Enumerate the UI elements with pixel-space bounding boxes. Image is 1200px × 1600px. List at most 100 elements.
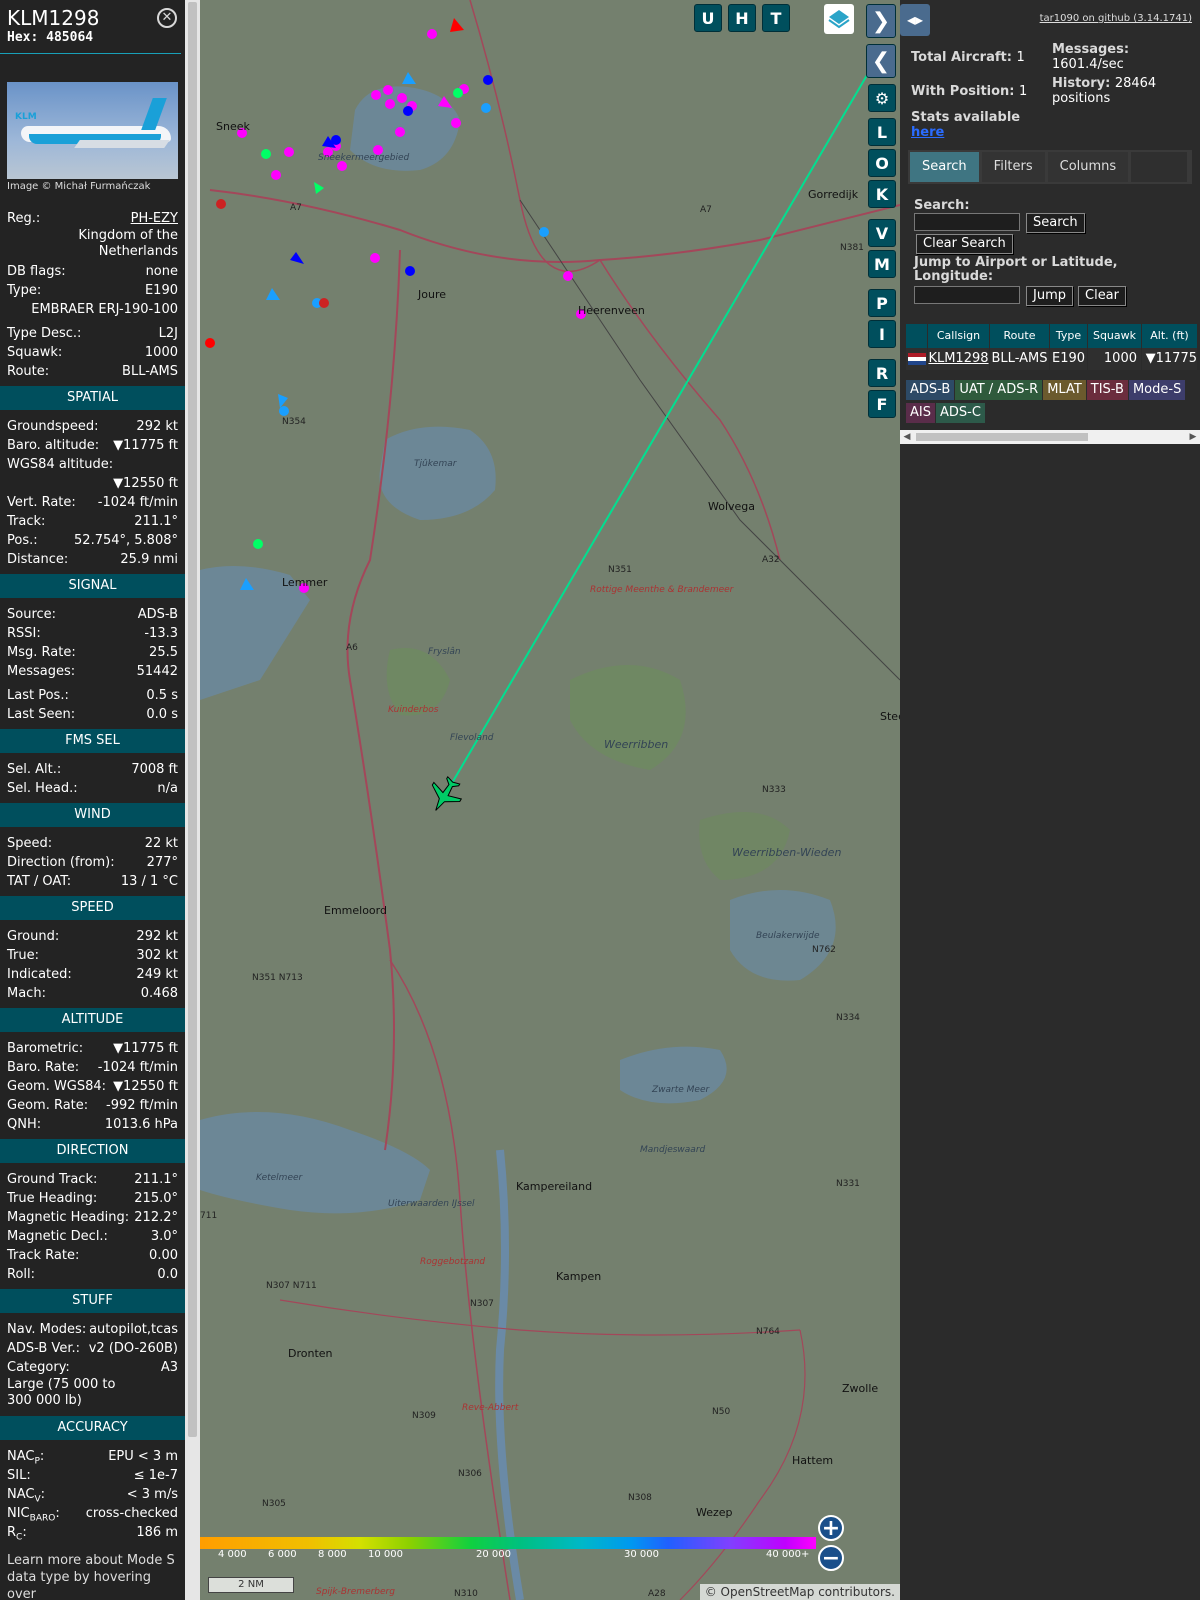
spatial-value: 292 kt bbox=[136, 419, 178, 434]
map-layer[interactable]: Sneek Joure Heerenveen Gorredijk Wolvega… bbox=[200, 0, 900, 1600]
jump-input[interactable] bbox=[914, 286, 1020, 304]
altitude-value: -992 ft/min bbox=[106, 1098, 178, 1113]
col-callsign[interactable]: Callsign bbox=[928, 324, 990, 348]
spatial-label: WGS84 altitude: bbox=[7, 457, 114, 472]
tab-columns[interactable]: Columns bbox=[1047, 152, 1129, 182]
spatial-label: Track: bbox=[7, 514, 46, 529]
wind-value: 277° bbox=[146, 855, 178, 870]
category-desc: Large (75 000 to 300 000 lb) bbox=[7, 1377, 116, 1408]
collapse-left-button[interactable]: ❮ bbox=[866, 44, 896, 78]
map-canvas[interactable]: Sneek Joure Heerenveen Gorredijk Wolvega… bbox=[200, 0, 900, 1600]
road-label: A7 bbox=[700, 205, 712, 215]
road-label: N381 bbox=[840, 243, 864, 253]
reg-label: Reg.: bbox=[7, 211, 41, 226]
info-scrollbar[interactable] bbox=[185, 0, 200, 1600]
scroll-left-icon[interactable]: ◀ bbox=[900, 430, 914, 444]
search-button[interactable]: Search bbox=[1026, 213, 1085, 233]
spatial-value: 211.1° bbox=[134, 514, 178, 529]
signal-value: 0.5 s bbox=[146, 688, 178, 703]
road-north bbox=[469, 0, 601, 273]
map-attribution[interactable]: © OpenStreetMap contributors. bbox=[699, 1584, 900, 1600]
row-callsign[interactable]: KLM1298 bbox=[928, 348, 990, 370]
road-label: N333 bbox=[762, 785, 786, 795]
map-button-i[interactable]: I bbox=[868, 320, 896, 348]
spatial-label: Pos.: bbox=[7, 533, 38, 548]
map-button-r[interactable]: R bbox=[868, 359, 896, 387]
spatial-label: Distance: bbox=[7, 552, 69, 567]
zoom-out-button[interactable]: − bbox=[818, 1545, 844, 1571]
total-aircraft: Total Aircraft: 1 bbox=[911, 50, 1025, 65]
msgs-value: 1601.4/sec bbox=[1052, 57, 1124, 72]
zoom-in-button[interactable]: + bbox=[818, 1515, 844, 1541]
col-type[interactable]: Type bbox=[1050, 324, 1088, 348]
road-label: A32 bbox=[762, 555, 780, 565]
altitude-list: Barometric: ▼11775 ft Baro. Rate: -1024 ft/… bbox=[0, 1039, 185, 1134]
direction-label: Track Rate: bbox=[7, 1248, 80, 1263]
place-flevoland: Flevoland bbox=[450, 733, 494, 743]
search-input[interactable] bbox=[914, 213, 1020, 231]
fms-list: Sel. Alt.: 7008 ft Sel. Head.: n/a bbox=[0, 760, 185, 798]
map-button-o[interactable]: O bbox=[868, 149, 896, 177]
road-label: N307 bbox=[470, 1299, 494, 1309]
map-button-k[interactable]: K bbox=[868, 180, 896, 208]
map-button-t[interactable]: T bbox=[762, 4, 790, 32]
model-row: EMBRAER ERJ-190-100 bbox=[0, 300, 185, 319]
altitude-label: Barometric: bbox=[7, 1041, 84, 1056]
sil-value: ≤ 1e-7 bbox=[133, 1468, 178, 1483]
altitude-tick: 20 000 bbox=[476, 1549, 511, 1560]
map-button-l[interactable]: L bbox=[868, 118, 896, 146]
map-button-h[interactable]: H bbox=[728, 4, 756, 32]
map-button-v[interactable]: V bbox=[868, 219, 896, 247]
table-hscrollbar[interactable]: ◀ ▶ bbox=[900, 430, 1200, 444]
info-scroll-thumb[interactable] bbox=[188, 2, 197, 1437]
search-label: Search: bbox=[914, 198, 970, 213]
map-button-u[interactable]: U bbox=[694, 4, 722, 32]
typedesc-row: Type Desc.: L2J bbox=[0, 324, 185, 343]
spatial-value: -1024 ft/min bbox=[97, 495, 178, 510]
place-sneekermeergebied: Sneekermeergebied bbox=[318, 153, 409, 163]
direction-row: Ground Track: 211.1° bbox=[0, 1170, 185, 1189]
col-alt[interactable]: Alt. (ft) bbox=[1142, 324, 1198, 348]
fms-row: Sel. Alt.: 7008 ft bbox=[0, 760, 185, 779]
image-credit: Image © Michał Furmańczak bbox=[7, 181, 151, 192]
clear-button[interactable]: Clear bbox=[1078, 286, 1126, 306]
reg-link[interactable]: PH-EZY bbox=[131, 209, 178, 228]
map-button-m[interactable]: M bbox=[868, 250, 896, 278]
github-link[interactable]: tar1090 on github (3.14.1741) bbox=[1040, 13, 1192, 24]
jump-button[interactable]: Jump bbox=[1026, 286, 1073, 306]
wind-label: TAT / OAT: bbox=[7, 874, 72, 889]
altitude-value: ▼12550 ft bbox=[113, 1079, 178, 1094]
road-label: A28 bbox=[648, 1589, 666, 1599]
tab-search[interactable]: Search bbox=[910, 152, 979, 182]
netherlands-flag-icon bbox=[907, 353, 926, 365]
tab-filters[interactable]: Filters bbox=[981, 152, 1045, 182]
close-icon[interactable]: ✕ bbox=[157, 8, 177, 28]
spatial-row: Vert. Rate: -1024 ft/min bbox=[0, 493, 185, 512]
altitude-color-legend bbox=[200, 1537, 816, 1549]
wind-row: TAT / OAT: 13 / 1 °C bbox=[0, 872, 185, 891]
sidebar-toggle-button[interactable]: ◂▸ bbox=[900, 4, 930, 36]
selected-aircraft-icon[interactable] bbox=[422, 772, 467, 818]
place-ketelmeer: Ketelmeer bbox=[256, 1173, 304, 1183]
col-route[interactable]: Route bbox=[990, 324, 1050, 348]
stats-link[interactable]: here bbox=[911, 125, 944, 140]
map-button-f[interactable]: F bbox=[868, 390, 896, 418]
aircraft-photo[interactable]: KLM bbox=[7, 82, 178, 179]
settings-button[interactable]: ⚙ bbox=[868, 84, 896, 112]
layers-button[interactable] bbox=[824, 4, 854, 34]
expand-right-button[interactable]: ❯ bbox=[866, 4, 896, 38]
reg-row: Reg.: PH-EZY bbox=[0, 209, 185, 228]
col-flag[interactable] bbox=[906, 324, 928, 348]
signal-label: Messages: bbox=[7, 664, 76, 679]
row-alt: ▼11775 bbox=[1142, 348, 1198, 370]
hscroll-thumb[interactable] bbox=[916, 433, 1088, 441]
source-legend: ADS-B UAT / ADS-R MLAT TIS-B Mode-S AIS ADS-C bbox=[906, 380, 1196, 426]
legend-chip: ADS-C bbox=[935, 403, 985, 423]
scroll-right-icon[interactable]: ▶ bbox=[1186, 430, 1200, 444]
nacp-row: NACP: EPU < 3 m bbox=[0, 1447, 185, 1467]
map-button-p[interactable]: P bbox=[868, 289, 896, 317]
col-squawk[interactable]: Squawk bbox=[1088, 324, 1142, 348]
table-row[interactable]: KLM1298 BLL-AMS E190 1000 ▼11775 bbox=[906, 348, 1198, 370]
clear-search-button[interactable]: Clear Search bbox=[916, 234, 1013, 254]
altitude-value: -1024 ft/min bbox=[97, 1060, 178, 1075]
